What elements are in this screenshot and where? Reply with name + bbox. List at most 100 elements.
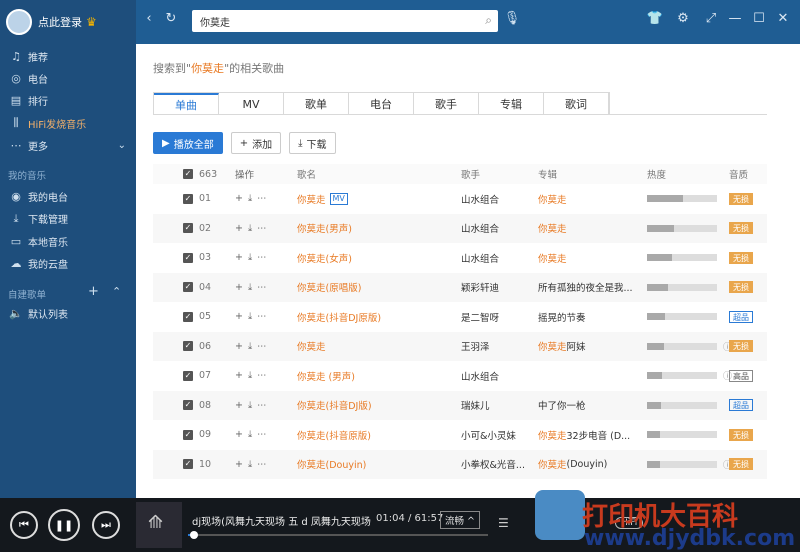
play-all-button[interactable]: ▶ 播放全部 [153, 132, 223, 154]
sidebar-item-0[interactable]: ♫ 推荐 [0, 46, 136, 66]
more-icon[interactable]: ⋯ [257, 252, 267, 263]
album-name[interactable]: 中了你一枪 [538, 398, 586, 412]
add-playlist-icon[interactable]: + [88, 284, 99, 299]
close-icon[interactable]: ✕ [774, 11, 792, 26]
back-icon[interactable]: ‹ [140, 11, 158, 26]
download-icon[interactable]: ⤓ [248, 370, 252, 381]
more-icon[interactable]: ⋯ [257, 282, 267, 293]
artist-name[interactable]: 山水组合 [461, 214, 533, 244]
add-icon[interactable]: + [235, 223, 243, 234]
song-name[interactable]: 你莫走 (男声) [297, 361, 457, 391]
table-row[interactable]: ✓ 05 + ⤓ ⋯ 你莫走(抖音DJ原版) 是二智呀 摇晃的节奏 超品 [153, 302, 767, 332]
quality-badge[interactable]: 无损 [729, 458, 753, 471]
song-title[interactable]: 你莫走 (男声) [297, 369, 355, 383]
next-button[interactable]: ⏭ [92, 511, 120, 539]
artist-name[interactable]: 山水组合 [461, 243, 533, 273]
more-icon[interactable]: ⋯ [257, 429, 267, 440]
maximize-icon[interactable]: ☐ [750, 11, 768, 26]
download-icon[interactable]: ⤓ [248, 252, 252, 263]
add-icon[interactable]: + [235, 370, 243, 381]
album-name[interactable]: 所有孤独的夜全是我... [538, 280, 633, 294]
more-icon[interactable]: ⋯ [257, 223, 267, 234]
play-pause-button[interactable]: ❚❚ [48, 509, 80, 541]
minimize-icon[interactable]: — [726, 11, 744, 26]
add-icon[interactable]: + [235, 311, 243, 322]
table-row[interactable]: ✓ 09 + ⤓ ⋯ 你莫走(抖音原版) 小可&小灵妹 你莫走 32步电音 (D... 无损 [153, 420, 767, 450]
song-name[interactable]: 你莫走(女声) [297, 243, 457, 273]
table-row[interactable]: ✓ 10 + ⤓ ⋯ 你莫走(Douyin) 小拳权&光音... 你莫走 (Douyin) ⓘ 无… [153, 449, 767, 480]
table-row[interactable]: ✓ 08 + ⤓ ⋯ 你莫走(抖音DJ版) 瑞妹儿 中了你一枪 超品 [153, 390, 767, 421]
quality-badge[interactable]: 超品 [729, 310, 753, 323]
sidebar-item-4[interactable]: ⋯ 更多 ⌄ [0, 135, 136, 155]
sidebar-item-1[interactable]: ◎ 电台 [0, 68, 136, 88]
song-name[interactable]: 你莫走(原唱版) [297, 273, 457, 303]
header-artist[interactable]: 歌手 [461, 164, 533, 184]
table-row[interactable]: ✓ 02 + ⤓ ⋯ 你莫走(男声) 山水组合 你莫走 无损 [153, 213, 767, 244]
row-checkbox[interactable]: ✓ [183, 361, 193, 391]
tab-2[interactable]: 歌单 [284, 93, 349, 115]
add-icon[interactable]: + [235, 429, 243, 440]
download-icon[interactable]: ⤓ [248, 223, 252, 234]
album-name[interactable]: 你莫走 [538, 221, 567, 235]
download-icon[interactable]: ⤓ [248, 282, 252, 293]
song-title[interactable]: 你莫走(抖音原版) [297, 428, 371, 442]
artist-name[interactable]: 是二智呀 [461, 302, 533, 332]
quality-badge[interactable]: 无损 [729, 281, 753, 294]
add-icon[interactable]: + [235, 341, 243, 352]
row-checkbox[interactable]: ✓ [183, 243, 193, 273]
tab-0[interactable]: 单曲 [154, 93, 219, 115]
song-title[interactable]: 你莫走(抖音DJ原版) [297, 310, 381, 324]
song-title[interactable]: 你莫走(抖音DJ版) [297, 398, 372, 412]
artist-name[interactable]: 小可&小灵妹 [461, 420, 533, 450]
sidebar-my-0[interactable]: ◉ 我的电台 [0, 186, 136, 206]
row-checkbox[interactable]: ✓ [183, 302, 193, 332]
table-row[interactable]: ✓ 04 + ⤓ ⋯ 你莫走(原唱版) 颖彩轩迪 所有孤独的夜全是我... 无损 [153, 272, 767, 303]
row-checkbox[interactable]: ✓ [183, 450, 193, 480]
song-name[interactable]: 你莫走(抖音DJ原版) [297, 302, 457, 332]
tab-1[interactable]: MV [219, 93, 284, 115]
more-icon[interactable]: ⋯ [257, 311, 267, 322]
download-icon[interactable]: ⤓ [248, 400, 252, 411]
artist-name[interactable]: 王羽泽 [461, 332, 533, 362]
add-button[interactable]: + 添加 [230, 132, 282, 154]
sidebar-my-2[interactable]: ▭ 本地音乐 [0, 231, 136, 251]
quality-badge[interactable]: 无损 [729, 340, 753, 353]
more-icon[interactable]: ⋯ [257, 341, 267, 352]
download-button[interactable]: ⤓ 下载 [289, 132, 336, 154]
header-heat[interactable]: 热度 [647, 164, 723, 184]
mv-badge[interactable]: MV [329, 192, 348, 205]
avatar[interactable] [6, 9, 32, 35]
login-area[interactable]: 点此登录 ♛ [6, 6, 97, 38]
row-checkbox[interactable]: ✓ [183, 273, 193, 303]
download-icon[interactable]: ⤓ [248, 341, 252, 352]
quality-badge[interactable]: 无损 [729, 192, 753, 205]
sidebar-playlist-0[interactable]: 🔈 默认列表 [0, 303, 136, 323]
song-title[interactable]: 你莫走 [297, 339, 326, 353]
song-title[interactable]: 你莫走(原唱版) [297, 280, 361, 294]
add-icon[interactable]: + [235, 252, 243, 263]
add-icon[interactable]: + [235, 459, 243, 470]
microphone-icon[interactable]: 🎙 [503, 11, 521, 26]
song-title[interactable]: 你莫走 [297, 192, 326, 206]
song-name[interactable]: 你莫走 MV [297, 184, 457, 214]
song-title[interactable]: 你莫走(Douyin) [297, 457, 366, 471]
tab-4[interactable]: 歌手 [414, 93, 479, 115]
artist-name[interactable]: 瑞妹儿 [461, 391, 533, 421]
quality-badge[interactable]: 无损 [729, 428, 753, 441]
row-checkbox[interactable]: ✓ [183, 332, 193, 362]
mini-mode-icon[interactable]: ⤢ [702, 11, 720, 26]
album-name[interactable]: 你莫走 [538, 251, 567, 265]
song-name[interactable]: 你莫走(抖音原版) [297, 420, 457, 450]
select-all-checkbox[interactable]: ✓ [183, 164, 193, 184]
login-label[interactable]: 点此登录 [38, 14, 82, 30]
table-row[interactable]: ✓ 03 + ⤓ ⋯ 你莫走(女声) 山水组合 你莫走 无损 [153, 243, 767, 273]
sidebar-my-1[interactable]: ⤓ 下载管理 [0, 209, 136, 229]
row-checkbox[interactable]: ✓ [183, 420, 193, 450]
quality-badge[interactable]: 高品 [729, 369, 753, 382]
download-icon[interactable]: ⤓ [248, 311, 252, 322]
artist-name[interactable]: 山水组合 [461, 184, 533, 214]
album-name[interactable]: 你莫走 [538, 192, 567, 206]
chevron-up-icon[interactable]: ⌃ [112, 285, 121, 298]
quality-badge[interactable]: 无损 [729, 251, 753, 264]
artist-name[interactable]: 山水组合 [461, 361, 533, 391]
